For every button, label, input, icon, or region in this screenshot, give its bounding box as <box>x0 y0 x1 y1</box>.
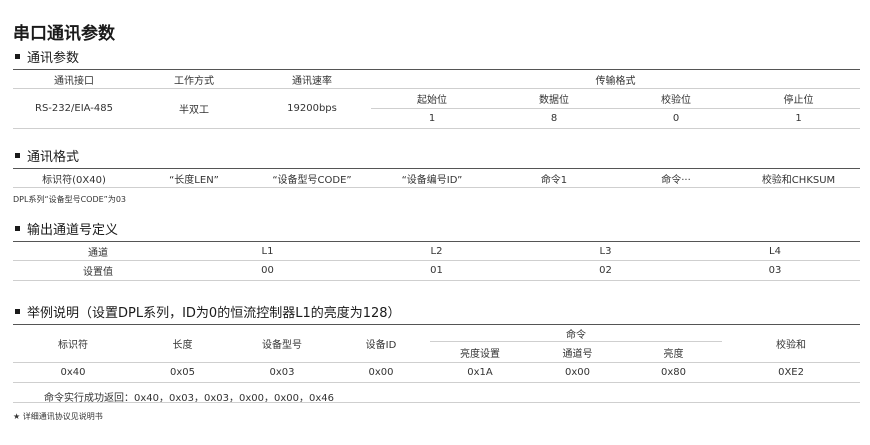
header-interface: 通讯接口 <box>13 69 135 89</box>
format-table: 标识符(0X40) “长度LEN” “设备型号CODE” “设备编号ID” 命令… <box>13 168 860 188</box>
section-heading-label: 举例说明（设置DPL系列，ID为0的恒流控制器L1的亮度为128） <box>27 306 401 321</box>
example-table: 标识符 长度 设备型号 设备ID 命令 校验和 亮度设置 通道号 亮度 0x40… <box>13 324 861 383</box>
example-value: 0x00 <box>530 362 625 383</box>
channel-header: L1 <box>183 241 352 261</box>
example-value: 0XE2 <box>722 362 861 383</box>
channel-value: 00 <box>183 260 352 281</box>
example-header-command: 命令 <box>430 324 723 342</box>
example-value: 0x05 <box>133 362 232 383</box>
channel-header: L4 <box>690 241 860 261</box>
channel-value: 02 <box>521 260 690 281</box>
value-data-bit: 8 <box>493 108 615 129</box>
example-header-model: 设备型号 <box>232 324 332 363</box>
example-value: 0x1A <box>430 362 530 383</box>
example-header-brightness-set: 亮度设置 <box>430 341 530 363</box>
channel-table: 通道 L1 L2 L3 L4 设置值 00 01 02 03 <box>13 241 860 281</box>
example-value: 0x80 <box>625 362 723 383</box>
header-stop-bit: 停止位 <box>737 88 860 109</box>
section-heading-params: 通讯参数 <box>13 47 79 66</box>
example-header-length: 长度 <box>133 324 232 363</box>
params-table: 通讯接口 工作方式 通讯速率 传输格式 RS-232/EIA-485 半双工 1… <box>13 69 860 129</box>
example-value: 0x40 <box>13 362 133 383</box>
channel-value: 设置值 <box>13 260 183 281</box>
section-heading-label: 通讯格式 <box>27 150 80 165</box>
format-cell: “设备编号ID” <box>371 168 493 188</box>
channel-header: 通道 <box>13 241 183 261</box>
value-start-bit: 1 <box>371 108 493 129</box>
format-cell: 校验和CHKSUM <box>737 168 860 188</box>
example-value: 0x03 <box>232 362 332 383</box>
channel-header: L3 <box>521 241 690 261</box>
example-header-device-id: 设备ID <box>332 324 430 363</box>
format-cell: 命令1 <box>493 168 615 188</box>
header-mode: 工作方式 <box>135 69 253 89</box>
example-header-checksum: 校验和 <box>722 324 861 363</box>
value-stop-bit: 1 <box>737 108 860 129</box>
bullet-square-icon <box>15 309 20 314</box>
example-value: 0x00 <box>332 362 430 383</box>
channel-value: 03 <box>690 260 860 281</box>
channel-header: L2 <box>352 241 521 261</box>
format-cell: “设备型号CODE” <box>253 168 371 188</box>
section-heading-label: 通讯参数 <box>27 51 80 66</box>
section-heading-example: 举例说明（设置DPL系列，ID为0的恒流控制器L1的亮度为128） <box>13 302 401 321</box>
header-data-bit: 数据位 <box>493 88 615 109</box>
format-note: DPL系列“设备型号CODE”为03 <box>13 195 127 204</box>
value-mode: 半双工 <box>135 88 253 129</box>
ack-divider <box>13 402 860 403</box>
format-cell: 命令··· <box>615 168 737 188</box>
page-title: 串口通讯参数 <box>13 24 115 44</box>
section-heading-format: 通讯格式 <box>13 146 79 165</box>
bullet-square-icon <box>15 54 20 59</box>
example-header-channel-no: 通道号 <box>530 341 625 363</box>
example-header-id: 标识符 <box>13 324 133 363</box>
header-parity-bit: 校验位 <box>615 88 737 109</box>
bullet-square-icon <box>15 153 20 158</box>
format-cell: “长度LEN” <box>135 168 253 188</box>
header-transfer-format: 传输格式 <box>371 69 860 89</box>
example-header-brightness: 亮度 <box>625 341 723 363</box>
format-cell: 标识符(0X40) <box>13 168 135 188</box>
header-rate: 通讯速率 <box>253 69 371 89</box>
footnote: ★ 详细通讯协议见说明书 <box>13 412 103 421</box>
value-rate: 19200bps <box>253 88 371 129</box>
value-parity-bit: 0 <box>615 108 737 129</box>
section-heading-channel: 输出通道号定义 <box>13 219 118 238</box>
channel-value: 01 <box>352 260 521 281</box>
value-interface: RS-232/EIA-485 <box>13 88 135 129</box>
section-heading-label: 输出通道号定义 <box>27 223 119 238</box>
bullet-square-icon <box>15 226 20 231</box>
header-start-bit: 起始位 <box>371 88 493 109</box>
